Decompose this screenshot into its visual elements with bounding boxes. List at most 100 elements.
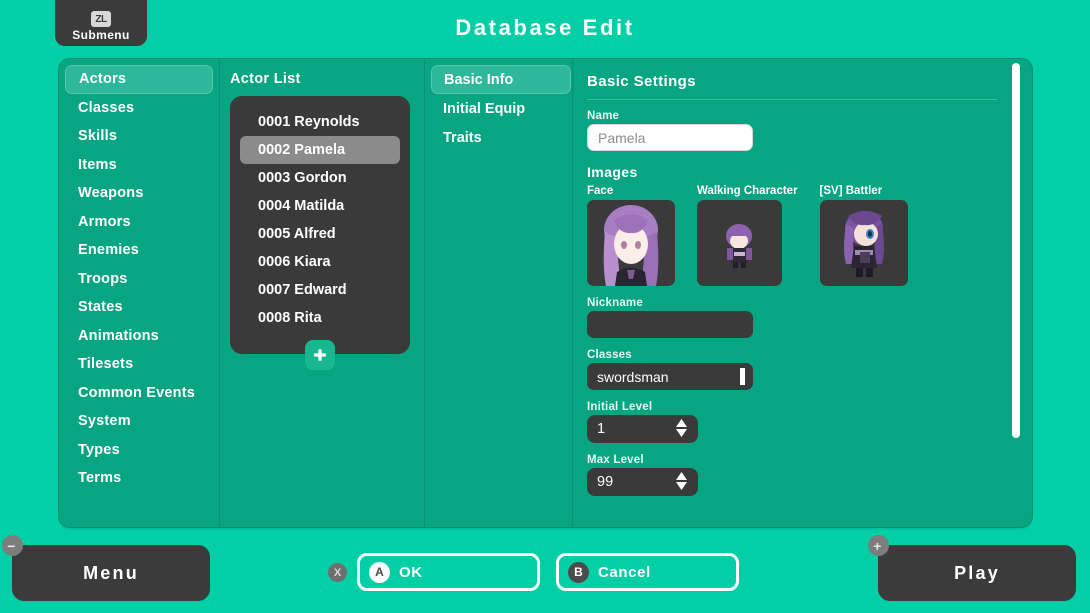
images-section-label: Images: [587, 164, 1032, 180]
menu-label: Menu: [83, 563, 139, 584]
actor-list-header: Actor List: [230, 71, 424, 87]
initial-level-stepper[interactable]: 1: [587, 415, 698, 443]
sidebar-item-label: Skills: [78, 128, 117, 144]
actor-name: 0004 Matilda: [258, 198, 344, 214]
images-row: Face: [587, 185, 1032, 286]
sidebar-item-enemies[interactable]: Enemies: [65, 236, 219, 265]
sidebar-item-system[interactable]: System: [65, 407, 219, 436]
cancel-button[interactable]: B Cancel: [556, 553, 739, 591]
sidebar-item-animations[interactable]: Animations: [65, 322, 219, 351]
plus-icon: [312, 347, 328, 363]
nickname-input[interactable]: [587, 311, 753, 338]
chevron-down-icon: [675, 429, 688, 437]
face-thumbnail[interactable]: [587, 200, 675, 286]
nickname-label: Nickname: [587, 297, 1032, 309]
sidebar-item-label: Enemies: [78, 242, 139, 258]
actor-name: 0006 Kiara: [258, 254, 331, 270]
list-item[interactable]: 0005 Alfred: [240, 220, 400, 248]
classes-select[interactable]: swordsman: [587, 363, 753, 390]
plus-badge-icon: +: [868, 535, 889, 556]
sidebar-item-classes[interactable]: Classes: [65, 94, 219, 123]
list-item[interactable]: 0003 Gordon: [240, 164, 400, 192]
stepper-arrows-icon[interactable]: [675, 419, 688, 437]
sidebar-item-terms[interactable]: Terms: [65, 464, 219, 493]
page-title: Database Edit: [0, 15, 1090, 41]
sidebar-item-common-events[interactable]: Common Events: [65, 379, 219, 408]
tab-label: Traits: [443, 130, 482, 146]
name-value: Pamela: [598, 130, 645, 146]
sidebar-item-label: Armors: [78, 214, 131, 230]
chevron-up-icon: [675, 472, 688, 480]
cancel-label: Cancel: [598, 564, 651, 581]
sidebar-item-actors[interactable]: Actors: [65, 65, 213, 94]
max-level-stepper[interactable]: 99: [587, 468, 698, 496]
sv-battler-caption: [SV] Battler: [820, 185, 908, 197]
actor-list-panel: Actor List 0001 Reynolds 0002 Pamela 000…: [219, 59, 424, 527]
list-item[interactable]: 0007 Edward: [240, 276, 400, 304]
actor-name: 0007 Edward: [258, 282, 347, 298]
ok-label: OK: [399, 564, 423, 581]
ok-button[interactable]: A OK: [357, 553, 540, 591]
basic-settings-panel: Basic Settings Name Pamela Images Face: [572, 59, 1032, 527]
sidebar-item-label: Types: [78, 442, 120, 458]
max-level-value: 99: [597, 474, 613, 490]
actor-name: 0003 Gordon: [258, 170, 347, 186]
scrollbar-thumb[interactable]: [1012, 63, 1020, 438]
a-button-icon: A: [369, 562, 390, 583]
tab-initial-equip[interactable]: Initial Equip: [431, 94, 572, 123]
list-item[interactable]: 0004 Matilda: [240, 192, 400, 220]
menu-button[interactable]: − Menu: [12, 545, 210, 601]
list-item[interactable]: 0002 Pamela: [240, 136, 400, 164]
sidebar-item-types[interactable]: Types: [65, 436, 219, 465]
sidebar-item-armors[interactable]: Armors: [65, 208, 219, 237]
sidebar-item-label: Troops: [78, 271, 128, 287]
sidebar-item-label: Items: [78, 157, 117, 173]
play-label: Play: [954, 563, 1000, 584]
actor-name: 0002 Pamela: [258, 142, 345, 158]
sv-battler-thumbnail[interactable]: [820, 200, 908, 286]
sv-battler-sprite-image: [820, 200, 908, 286]
classes-value: swordsman: [597, 369, 669, 385]
initial-level-label: Initial Level: [587, 401, 1032, 413]
face-portrait-image: [587, 200, 675, 286]
classes-label: Classes: [587, 349, 1032, 361]
actor-name: 0001 Reynolds: [258, 114, 360, 130]
name-label: Name: [587, 110, 1032, 122]
tab-traits[interactable]: Traits: [431, 123, 572, 152]
actor-name: 0008 Rita: [258, 310, 322, 326]
x-button-badge-icon[interactable]: X: [328, 563, 347, 582]
list-item[interactable]: 0006 Kiara: [240, 248, 400, 276]
list-item[interactable]: 0001 Reynolds: [240, 108, 400, 136]
sidebar-item-label: Animations: [78, 328, 159, 344]
walking-character-thumbnail[interactable]: [697, 200, 782, 286]
tab-label: Initial Equip: [443, 101, 525, 117]
sidebar-item-troops[interactable]: Troops: [65, 265, 219, 294]
main-scrollbar[interactable]: [1011, 63, 1021, 515]
tab-panel: Basic Info Initial Equip Traits: [424, 59, 572, 527]
minus-badge-icon: −: [2, 535, 23, 556]
max-level-label: Max Level: [587, 454, 1032, 466]
list-item[interactable]: 0008 Rita: [240, 304, 400, 332]
sidebar-item-label: Terms: [78, 470, 121, 486]
walking-character-cell: Walking Character: [697, 185, 798, 286]
sidebar-item-label: Actors: [79, 71, 126, 87]
initial-level-value: 1: [597, 421, 605, 437]
name-input[interactable]: Pamela: [587, 124, 753, 151]
walking-character-caption: Walking Character: [697, 185, 798, 197]
sidebar-item-tilesets[interactable]: Tilesets: [65, 350, 219, 379]
sidebar-item-skills[interactable]: Skills: [65, 122, 219, 151]
tab-basic-info[interactable]: Basic Info: [431, 65, 571, 94]
sidebar-item-items[interactable]: Items: [65, 151, 219, 180]
chevron-down-icon: [675, 482, 688, 490]
database-window: Actors Classes Skills Items Weapons Armo…: [58, 58, 1033, 528]
add-actor-button[interactable]: [305, 340, 335, 370]
stepper-arrows-icon[interactable]: [675, 472, 688, 490]
sidebar-item-states[interactable]: States: [65, 293, 219, 322]
play-button[interactable]: + Play: [878, 545, 1076, 601]
sidebar-item-weapons[interactable]: Weapons: [65, 179, 219, 208]
sv-battler-cell: [SV] Battler: [820, 185, 908, 286]
b-button-icon: B: [568, 562, 589, 583]
category-sidebar: Actors Classes Skills Items Weapons Armo…: [59, 59, 219, 527]
sidebar-item-label: Common Events: [78, 385, 195, 401]
actor-name: 0005 Alfred: [258, 226, 336, 242]
